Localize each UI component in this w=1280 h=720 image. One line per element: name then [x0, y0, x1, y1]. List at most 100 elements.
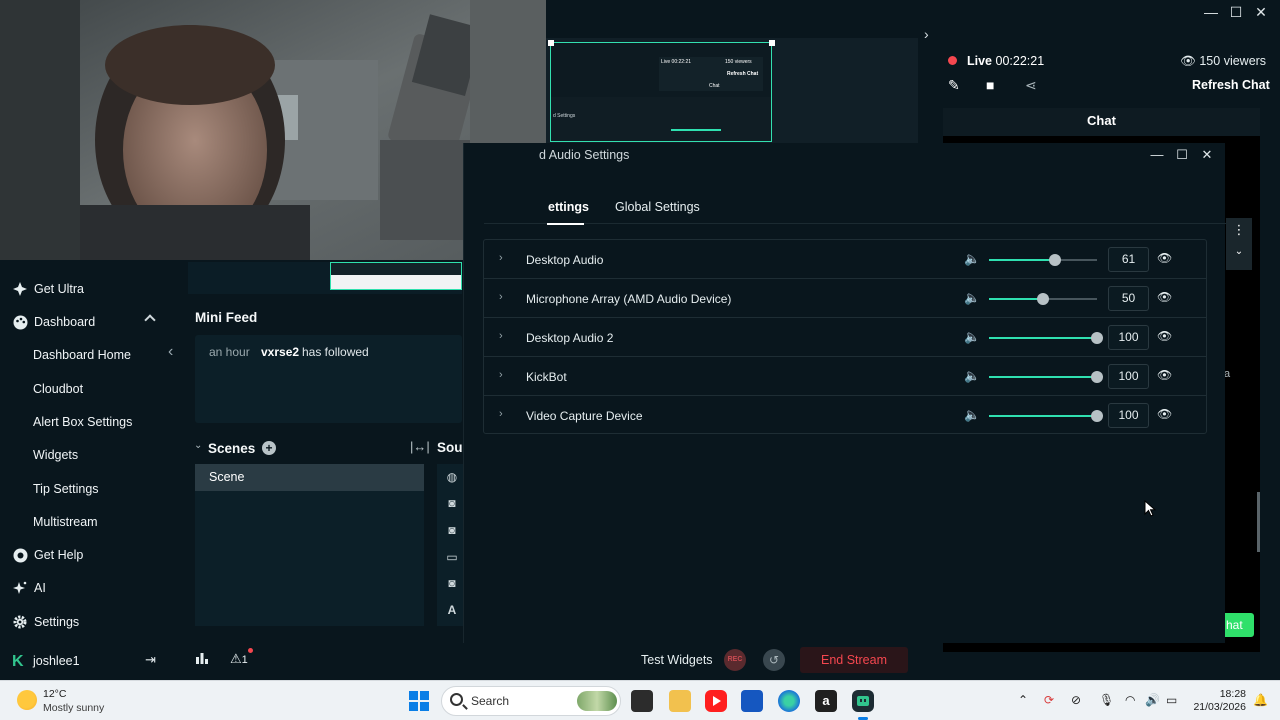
test-widgets-button[interactable]: Test Widgets: [641, 653, 713, 667]
tab-global-settings[interactable]: Global Settings: [615, 200, 700, 214]
youtube-icon[interactable]: [705, 690, 727, 712]
volume-slider-knob[interactable]: [1048, 254, 1061, 266]
dialog-minimize-button[interactable]: —: [1147, 145, 1167, 165]
kebab-menu-icon[interactable]: ⋮: [1226, 222, 1252, 238]
chevron-right-icon[interactable]: ›: [924, 26, 929, 42]
volume-value-input[interactable]: 61: [1108, 247, 1149, 272]
sidebar-item-dashboard[interactable]: Dashboard: [0, 308, 166, 336]
alert-icon[interactable]: ⚠1: [230, 651, 248, 667]
volume-slider-knob[interactable]: [1091, 410, 1103, 422]
tab-settings[interactable]: ettings: [548, 200, 589, 214]
scene-item[interactable]: Scene: [195, 464, 424, 491]
volume-slider[interactable]: [989, 332, 1103, 344]
volume-slider[interactable]: [989, 410, 1103, 422]
replay-buffer-button[interactable]: ↺: [763, 649, 785, 671]
speaker-icon[interactable]: 🔈: [964, 407, 980, 423]
volume-icon[interactable]: 🔊: [1145, 693, 1160, 707]
volume-slider[interactable]: [989, 371, 1103, 383]
webcam-icon[interactable]: ◙: [445, 496, 459, 512]
resize-handle[interactable]: [548, 40, 554, 46]
speaker-icon[interactable]: 🔈: [964, 290, 980, 306]
sidebar-item-get-ultra[interactable]: Get Ultra: [0, 275, 166, 303]
sidebar-item-dashboard-home[interactable]: Dashboard Home: [0, 341, 166, 369]
window-maximize-button[interactable]: ☐: [1225, 2, 1247, 22]
volume-slider[interactable]: [989, 293, 1097, 305]
chat-send-button[interactable]: hat: [1220, 613, 1254, 637]
volume-value-input[interactable]: 50: [1108, 286, 1149, 311]
record-button[interactable]: REC: [724, 649, 746, 671]
notifications-icon[interactable]: 🔔: [1253, 693, 1268, 707]
sidebar-item-widgets[interactable]: Widgets: [0, 441, 166, 469]
monitor-icon[interactable]: ▭: [445, 550, 459, 566]
volume-slider[interactable]: [989, 254, 1097, 266]
chevron-down-icon[interactable]: ⌄: [1226, 246, 1252, 257]
windows-start-button[interactable]: [409, 691, 429, 711]
sidebar-item-alert-box-settings[interactable]: Alert Box Settings: [0, 408, 166, 436]
taskbar-search[interactable]: Search: [441, 686, 621, 716]
sidebar-item-cloudbot[interactable]: Cloudbot: [0, 375, 166, 403]
volume-value-input[interactable]: 100: [1108, 403, 1149, 428]
globe-icon[interactable]: ◍: [445, 470, 459, 486]
chat-scrollbar[interactable]: [1257, 492, 1260, 552]
speaker-icon[interactable]: 🔈: [964, 329, 980, 345]
share-icon[interactable]: ⋖: [1025, 77, 1037, 94]
dialog-close-button[interactable]: ✕: [1197, 145, 1217, 165]
window-close-button[interactable]: ✕: [1250, 2, 1272, 22]
cloud-off-icon[interactable]: ⊘: [1071, 693, 1081, 707]
microphone-icon[interactable]: 🎙: [1099, 693, 1114, 707]
chevron-right-icon[interactable]: ›: [499, 291, 503, 303]
logout-icon[interactable]: ⇥: [145, 652, 156, 668]
volume-slider-knob[interactable]: [1091, 332, 1103, 344]
eye-icon[interactable]: 👁: [1157, 290, 1172, 304]
sidebar-item-multistream[interactable]: Multistream: [0, 508, 166, 536]
speaker-icon[interactable]: 🔈: [964, 368, 980, 384]
sidebar-user[interactable]: K joshlee1 ⇥: [0, 647, 166, 675]
volume-value-input[interactable]: 100: [1108, 325, 1149, 350]
sun-icon[interactable]: [17, 690, 37, 710]
chevron-up-icon[interactable]: [144, 314, 156, 326]
wifi-icon[interactable]: ◠: [1125, 693, 1135, 707]
file-explorer-icon[interactable]: [669, 690, 691, 712]
sidebar-item-get-help[interactable]: Get Help: [0, 541, 166, 569]
sidebar-item-settings[interactable]: Settings: [0, 608, 166, 636]
feed-event-user[interactable]: vxrse2: [261, 345, 299, 359]
edge-browser-icon[interactable]: [778, 690, 800, 712]
eye-icon[interactable]: 👁: [1157, 368, 1172, 382]
chevron-right-icon[interactable]: ›: [499, 408, 503, 420]
refresh-chat-button[interactable]: Refresh Chat: [1192, 78, 1270, 92]
chat-options[interactable]: ⋮ ⌄: [1226, 218, 1252, 270]
add-scene-button[interactable]: +: [262, 441, 276, 455]
chevron-right-icon[interactable]: ›: [499, 252, 503, 264]
chevron-down-icon[interactable]: ⌄: [194, 440, 202, 451]
chevron-right-icon[interactable]: ›: [499, 369, 503, 381]
sidebar-item-tip-settings[interactable]: Tip Settings: [0, 475, 166, 503]
weather-description[interactable]: Mostly sunny: [43, 702, 104, 714]
window-minimize-button[interactable]: —: [1200, 2, 1222, 22]
weather-temperature[interactable]: 12°C: [43, 688, 66, 700]
camera-icon[interactable]: ■: [986, 77, 994, 93]
battery-icon[interactable]: ▭: [1166, 693, 1177, 707]
preview-source-bounding-box[interactable]: Live 00:22:21 150 viewers Refresh Chat C…: [548, 40, 775, 142]
streamlabs-icon[interactable]: [852, 690, 874, 712]
volume-slider-knob[interactable]: [1091, 371, 1103, 383]
chevron-left-icon[interactable]: ‹: [168, 342, 180, 362]
sidebar-item-ai[interactable]: AI: [0, 574, 166, 602]
task-view-icon[interactable]: [631, 690, 653, 712]
webcam-icon[interactable]: ◙: [445, 523, 459, 539]
eye-icon[interactable]: 👁: [1157, 251, 1172, 265]
stream-preview[interactable]: Live 00:22:21 150 viewers Refresh Chat C…: [546, 38, 918, 144]
resize-handle[interactable]: [769, 40, 775, 46]
store-icon[interactable]: [741, 690, 763, 712]
amazon-icon[interactable]: a: [815, 690, 837, 712]
eye-icon[interactable]: 👁: [1157, 329, 1172, 343]
recording-tray-icon[interactable]: ⟳: [1044, 693, 1054, 707]
chevron-up-icon[interactable]: ⌃: [1018, 693, 1028, 707]
webcam-icon[interactable]: ◙: [445, 576, 459, 592]
volume-value-input[interactable]: 100: [1108, 364, 1149, 389]
collapse-panel-icon[interactable]: |↔|: [410, 439, 430, 454]
eye-icon[interactable]: 👁: [1157, 407, 1172, 421]
speaker-icon[interactable]: 🔈: [964, 251, 980, 267]
text-source-icon[interactable]: A: [445, 603, 459, 619]
stats-icon[interactable]: [195, 651, 209, 665]
volume-slider-knob[interactable]: [1037, 293, 1049, 305]
